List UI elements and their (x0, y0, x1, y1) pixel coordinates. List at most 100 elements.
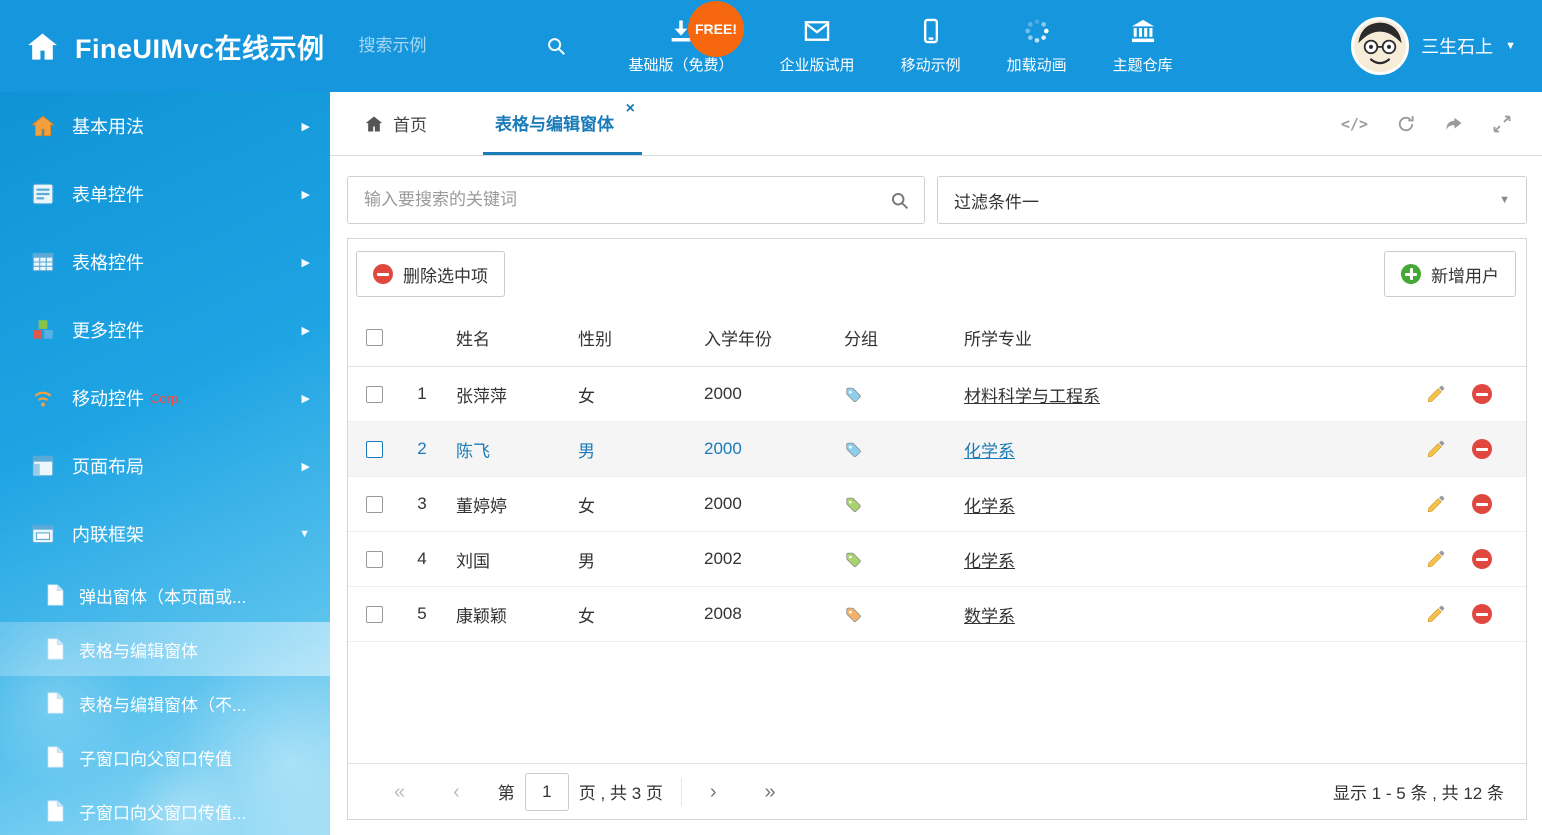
column-header-name[interactable]: 姓名 (444, 325, 566, 350)
major-link[interactable]: 材料科学与工程系 (964, 387, 1100, 406)
nav-item-enterprise-trial[interactable]: 企业版试用 (780, 17, 855, 75)
chevron-right-icon: ▶ (302, 256, 310, 269)
sidebar-item-page-layout[interactable]: 页面布局 ▶ (0, 432, 330, 500)
sidebar-subitem-label: 子窗口向父窗口传值... (79, 799, 246, 824)
search-icon[interactable] (889, 190, 910, 211)
delete-icon[interactable] (1472, 439, 1492, 459)
grid-toolbar: 删除选中项 新增用户 (348, 239, 1526, 309)
page-icon (46, 800, 65, 822)
table-row[interactable]: 4 刘国 男 2002 化学系 (348, 532, 1526, 587)
sidebar-subitem-child-to-parent-2[interactable]: 子窗口向父窗口传值... (0, 784, 330, 835)
fullscreen-icon[interactable] (1492, 114, 1512, 134)
sidebar-subitem-label: 弹出窗体（本页面或... (79, 583, 246, 608)
last-page-button[interactable]: » (741, 782, 800, 802)
cell-name: 刘国 (444, 547, 566, 572)
row-checkbox[interactable] (366, 606, 383, 623)
cell-year: 2000 (692, 494, 832, 514)
select-all-checkbox[interactable] (366, 329, 383, 346)
nav-item-loading-animation[interactable]: 加载动画 (1007, 17, 1067, 75)
filter-dropdown[interactable]: 过滤条件一 ▼ (937, 176, 1527, 224)
edit-icon[interactable] (1426, 494, 1446, 514)
sidebar: 基本用法 ▶ 表单控件 ▶ 表格控件 ▶ 更多控件 ▶ 移动控件 Corp. ▶… (0, 92, 330, 835)
nav-item-label: 移动示例 (901, 54, 961, 75)
open-new-window-icon[interactable] (1444, 114, 1464, 134)
tab-home[interactable]: 首页 (352, 92, 439, 155)
sidebar-item-basic-usage[interactable]: 基本用法 ▶ (0, 92, 330, 160)
cell-group (832, 385, 952, 404)
caret-down-icon: ▼ (1505, 40, 1516, 52)
row-checkbox[interactable] (366, 496, 383, 513)
sidebar-subitem-child-to-parent[interactable]: 子窗口向父窗口传值 (0, 730, 330, 784)
main-content: 首页 表格与编辑窗体 × </> 过滤条件一 ▼ (330, 92, 1542, 835)
first-page-button[interactable]: « (370, 782, 429, 802)
sidebar-subitem-popup-window[interactable]: 弹出窗体（本页面或... (0, 568, 330, 622)
free-badge: FREE! (688, 1, 744, 57)
delete-selected-button[interactable]: 删除选中项 (356, 251, 505, 297)
row-checkbox[interactable] (366, 441, 383, 458)
delete-icon[interactable] (1472, 384, 1492, 404)
home-icon (26, 30, 59, 63)
column-header-year[interactable]: 入学年份 (692, 325, 832, 350)
tab-grid-edit-window[interactable]: 表格与编辑窗体 × (483, 92, 642, 155)
edit-icon[interactable] (1426, 549, 1446, 569)
major-link[interactable]: 数学系 (964, 607, 1015, 626)
major-link[interactable]: 化学系 (964, 497, 1015, 516)
column-header-major[interactable]: 所学专业 (952, 325, 1394, 350)
table-row[interactable]: 1 张萍萍 女 2000 材料科学与工程系 (348, 367, 1526, 422)
prev-page-button[interactable]: ‹ (429, 782, 484, 802)
table-row[interactable]: 2 陈飞 男 2000 化学系 (348, 422, 1526, 477)
delete-icon[interactable] (1472, 549, 1492, 569)
next-page-button[interactable]: › (686, 782, 741, 802)
delete-icon[interactable] (1472, 494, 1492, 514)
row-number: 2 (400, 439, 444, 459)
nav-item-theme-repo[interactable]: 主题仓库 (1113, 17, 1173, 75)
brand[interactable]: FineUIMvc在线示例 (0, 27, 325, 66)
sidebar-subitem-grid-edit-window[interactable]: 表格与编辑窗体 (0, 622, 330, 676)
nav-item-mobile-demo[interactable]: 移动示例 (901, 17, 961, 75)
page-icon (46, 584, 65, 606)
home-icon (364, 114, 384, 134)
column-header-group[interactable]: 分组 (832, 325, 952, 350)
add-user-button[interactable]: 新增用户 (1384, 251, 1516, 297)
tab-bar: 首页 表格与编辑窗体 × </> (330, 92, 1542, 156)
cell-gender: 男 (566, 437, 692, 462)
cell-name: 康颖颖 (444, 602, 566, 627)
table-row[interactable]: 5 康颖颖 女 2008 数学系 (348, 587, 1526, 642)
search-icon[interactable] (545, 35, 567, 57)
edit-icon[interactable] (1426, 384, 1446, 404)
column-header-gender[interactable]: 性别 (566, 325, 692, 350)
cell-name: 董婷婷 (444, 492, 566, 517)
row-checkbox[interactable] (366, 386, 383, 403)
header-search-input[interactable] (357, 35, 489, 57)
keyword-search-input[interactable] (362, 189, 889, 211)
major-link[interactable]: 化学系 (964, 442, 1015, 461)
sidebar-item-form-controls[interactable]: 表单控件 ▶ (0, 160, 330, 228)
major-link[interactable]: 化学系 (964, 552, 1015, 571)
bank-icon (1129, 17, 1157, 45)
sidebar-item-label: 基本用法 (72, 113, 144, 139)
sidebar-item-grid-controls[interactable]: 表格控件 ▶ (0, 228, 330, 296)
edit-icon[interactable] (1426, 439, 1446, 459)
sidebar-item-iframe[interactable]: 内联框架 ▼ (0, 500, 330, 568)
sidebar-item-more-controls[interactable]: 更多控件 ▶ (0, 296, 330, 364)
source-code-icon[interactable]: </> (1341, 115, 1368, 133)
chevron-right-icon: ▶ (302, 120, 310, 133)
envelope-icon (803, 17, 831, 45)
signal-icon (30, 385, 56, 411)
edit-icon[interactable] (1426, 604, 1446, 624)
sidebar-item-mobile-controls[interactable]: 移动控件 Corp. ▶ (0, 364, 330, 432)
avatar-image (1353, 19, 1407, 73)
delete-icon[interactable] (1472, 604, 1492, 624)
cubes-icon (30, 317, 56, 343)
tag-icon (844, 605, 863, 624)
table-row[interactable]: 3 董婷婷 女 2000 化学系 (348, 477, 1526, 532)
page-number-input[interactable] (525, 773, 569, 811)
user-menu[interactable]: 三生石上 ▼ (1351, 17, 1542, 75)
nav-item-label: 加载动画 (1007, 54, 1067, 75)
row-checkbox[interactable] (366, 551, 383, 568)
refresh-icon[interactable] (1396, 114, 1416, 134)
close-icon[interactable]: × (626, 101, 635, 117)
sidebar-subitem-grid-edit-window-no[interactable]: 表格与编辑窗体（不... (0, 676, 330, 730)
header-search (357, 35, 567, 57)
form-icon (30, 181, 56, 207)
